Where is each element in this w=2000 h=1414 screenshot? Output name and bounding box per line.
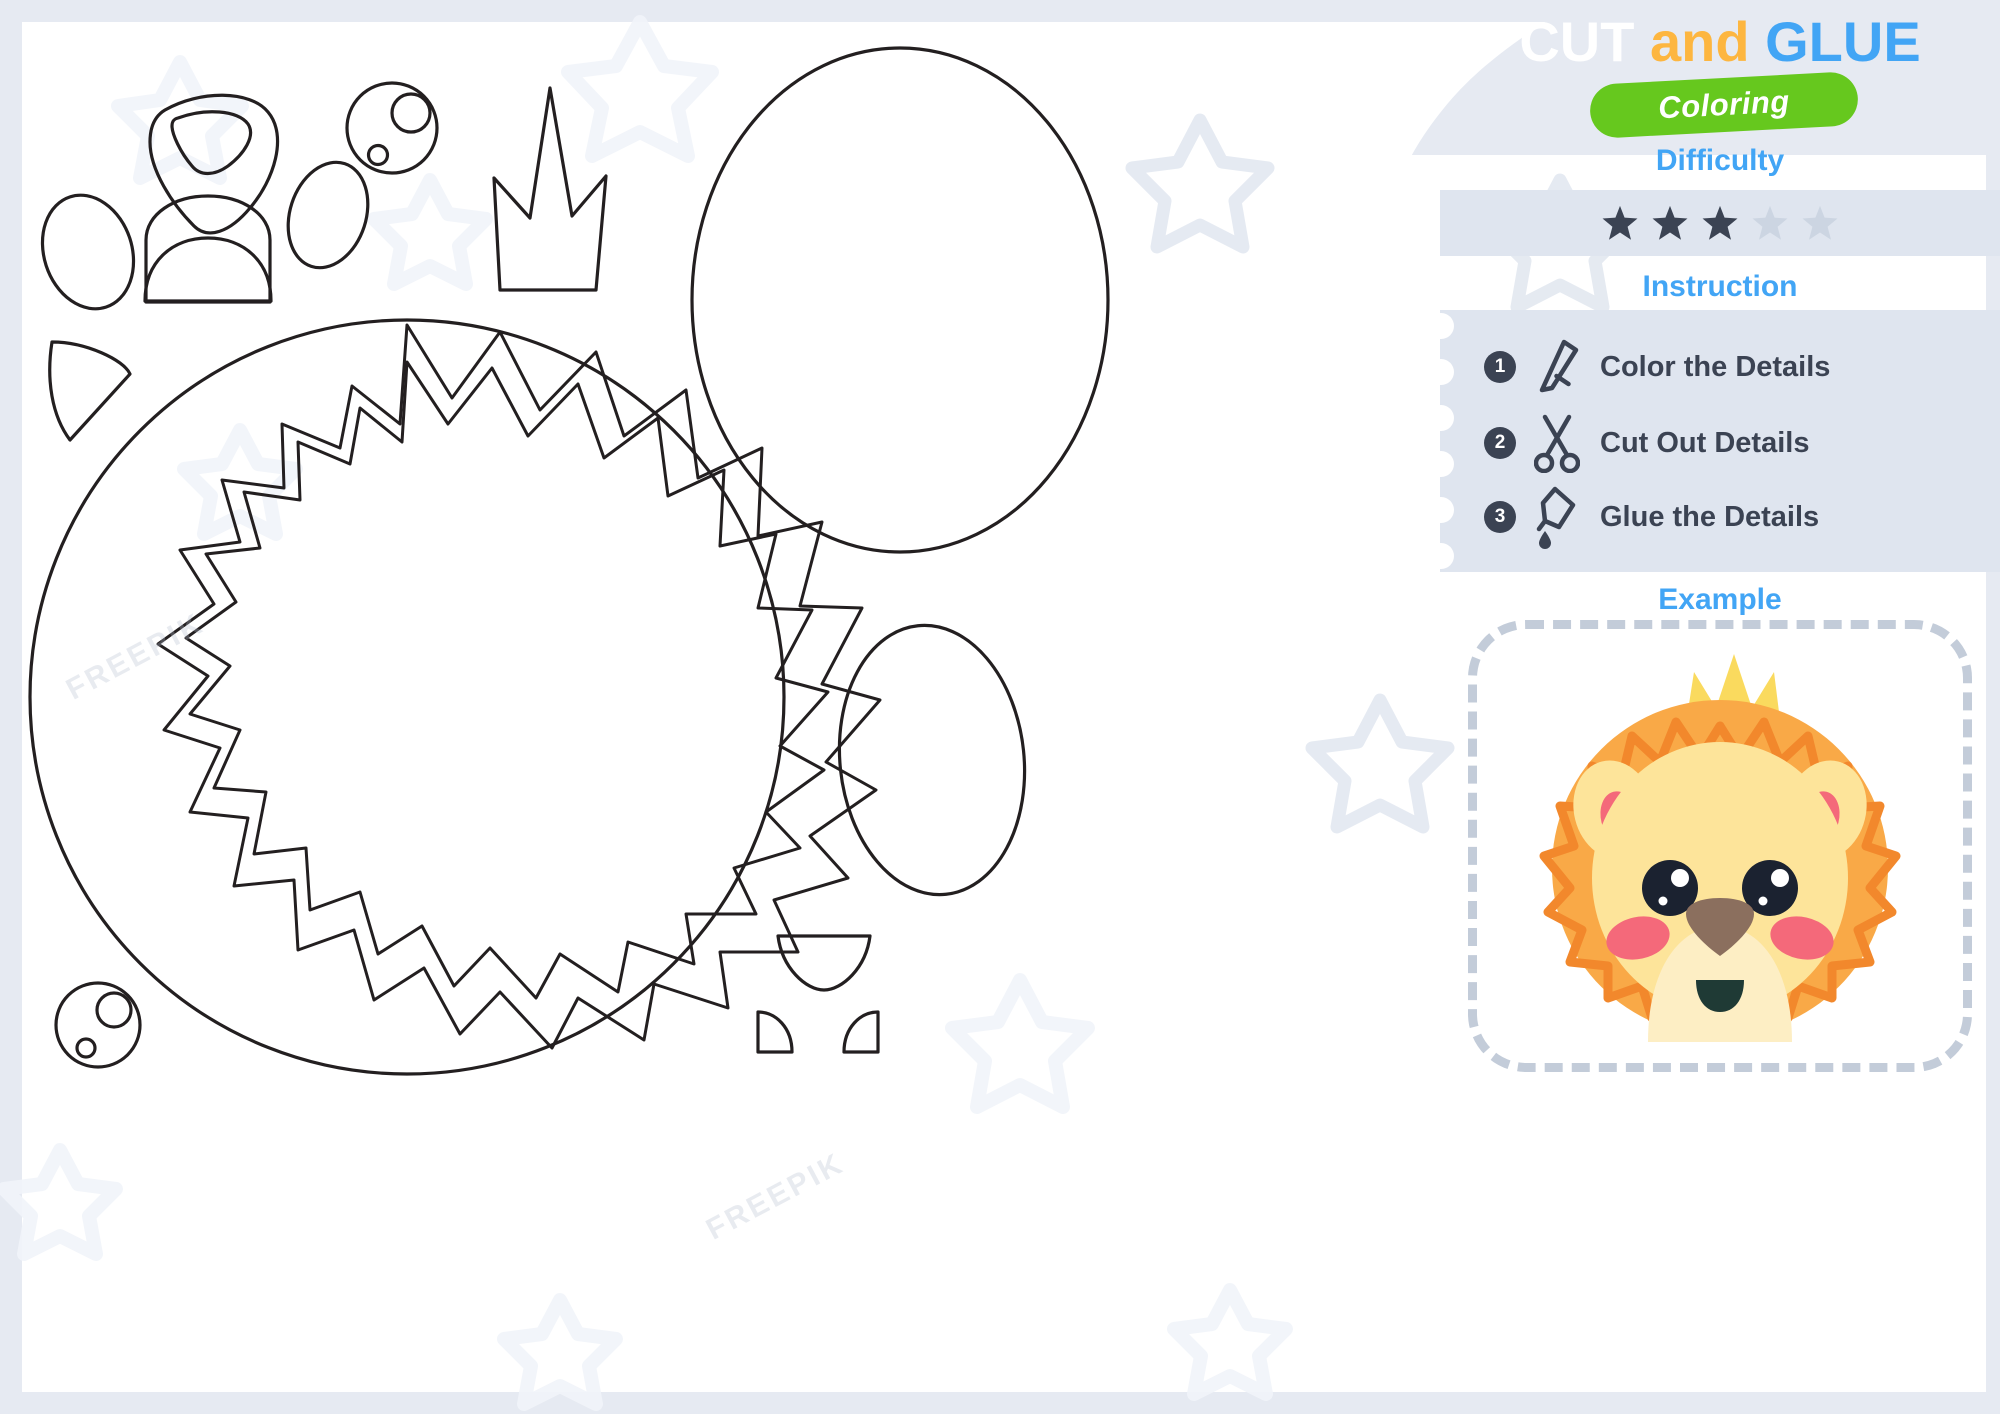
example-heading: Example — [1658, 583, 1782, 616]
step-label: Color the Details — [1600, 350, 1831, 383]
step-number-badge: 2 — [1484, 427, 1516, 459]
title-word-and: and — [1649, 10, 1750, 73]
instruction-heading: Instruction — [1642, 270, 1798, 303]
example-box — [1468, 620, 1972, 1072]
star-icon-filled — [1652, 205, 1688, 240]
title-word-cut: CUT — [1519, 10, 1635, 73]
worksheet-page: FREEPIK FREEPIK CUT and GLUE Coloring Di… — [0, 0, 2000, 1414]
instruction-step-1: 1 Color the Details — [1484, 332, 1830, 402]
scissors-icon — [1528, 411, 1586, 475]
star-icon-empty — [1802, 205, 1838, 240]
difficulty-stars — [1440, 190, 2000, 256]
pencil-icon — [1528, 335, 1586, 399]
instruction-ticket: 1 Color the Details 2 Cut Out Details 3 … — [1439, 310, 2000, 572]
worksheet-title: CUT and GLUE — [1440, 14, 2000, 70]
star-icon-filled — [1702, 205, 1738, 240]
step-label: Glue the Details — [1600, 500, 1820, 533]
coloring-badge-label: Coloring — [1657, 83, 1791, 126]
ticket-notch-decor — [1439, 313, 1454, 569]
step-number-badge: 1 — [1484, 351, 1516, 383]
step-number-badge: 3 — [1484, 501, 1516, 533]
glue-bottle-icon — [1528, 485, 1586, 549]
step-label: Cut Out Details — [1600, 426, 1810, 459]
instruction-step-2: 2 Cut Out Details — [1484, 408, 1809, 478]
difficulty-heading: Difficulty — [1655, 144, 1785, 177]
coloring-badge: Coloring — [1588, 71, 1860, 139]
star-icon-empty — [1752, 205, 1788, 240]
title-word-glue: GLUE — [1765, 10, 1921, 73]
example-lion-illustration — [1508, 650, 1932, 1042]
info-panel: CUT and GLUE Coloring Difficulty Instruc… — [1439, 0, 2000, 1414]
star-icon-filled — [1602, 205, 1638, 240]
instruction-step-3: 3 Glue the Details — [1484, 482, 1819, 552]
